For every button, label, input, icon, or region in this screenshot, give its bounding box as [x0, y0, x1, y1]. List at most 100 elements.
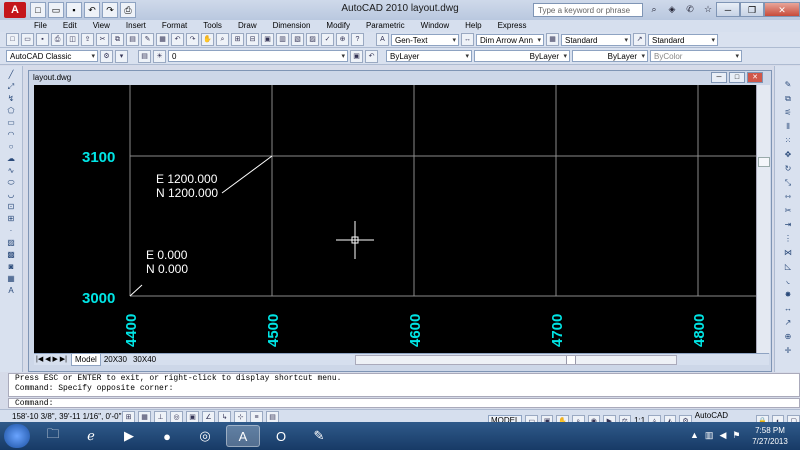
line-icon[interactable]: ╱ [5, 70, 17, 80]
ellipse-arc-icon[interactable]: ◡ [5, 190, 17, 200]
dimension-icon[interactable]: ↔ [782, 304, 794, 314]
help-search-input[interactable]: Type a keyword or phrase [533, 3, 643, 17]
mleader-style-dropdown[interactable]: Standard [648, 33, 718, 46]
array-icon[interactable]: ⁙ [782, 136, 794, 146]
command-line-input[interactable]: Command: [8, 398, 800, 408]
menu-edit[interactable]: Edit [63, 20, 77, 32]
save-icon[interactable]: ▪ [36, 33, 49, 46]
paint-taskbar-icon[interactable]: ✎ [302, 425, 336, 447]
scale-icon[interactable]: ⤡ [782, 178, 794, 188]
erase-icon[interactable]: ✎ [782, 80, 794, 90]
restore-button[interactable]: ❐ [740, 2, 764, 17]
polygon-icon[interactable]: ⬠ [5, 106, 17, 116]
center-mark-icon[interactable]: ✛ [782, 346, 794, 356]
preview-icon[interactable]: ◫ [66, 33, 79, 46]
menu-dimension[interactable]: Dimension [273, 20, 311, 32]
mirror-icon[interactable]: ⚟ [782, 108, 794, 118]
communication-icon[interactable]: ✆ [684, 3, 696, 15]
ie-taskbar-icon[interactable]: ℯ [74, 425, 108, 447]
menu-express[interactable]: Express [498, 20, 527, 32]
menu-view[interactable]: View [93, 20, 110, 32]
lineweight-dropdown[interactable]: ByLayer [572, 50, 648, 62]
stretch-icon[interactable]: ⇿ [782, 192, 794, 202]
menu-file[interactable]: File [34, 20, 47, 32]
make-current-icon[interactable]: ▣ [350, 49, 363, 63]
minimize-button[interactable]: ─ [716, 2, 740, 17]
doc-minimize-button[interactable]: ─ [711, 72, 727, 83]
rotate-icon[interactable]: ↻ [782, 164, 794, 174]
layer-properties-icon[interactable]: ▤ [138, 49, 151, 63]
qnew-icon[interactable]: □ [6, 33, 19, 46]
arc-icon[interactable]: ◠ [5, 130, 17, 140]
text-style-dropdown[interactable]: Gen-Text [391, 33, 459, 46]
close-button[interactable]: ✕ [764, 2, 800, 17]
favorites-icon[interactable]: ☆ [702, 3, 714, 15]
properties-icon[interactable]: ▣ [261, 33, 274, 46]
ellipse-icon[interactable]: ⬭ [5, 178, 17, 188]
join-icon[interactable]: ⋈ [782, 248, 794, 258]
rectangle-icon[interactable]: ▭ [5, 118, 17, 128]
polyline-icon[interactable]: ↯ [5, 94, 17, 104]
undo-icon[interactable]: ↶ [171, 33, 184, 46]
plotstyle-dropdown[interactable]: ByColor [650, 50, 742, 62]
zoom-realtime-icon[interactable]: ⌕ [216, 33, 229, 46]
opera-taskbar-icon[interactable]: O [264, 425, 298, 447]
quickcalc-icon[interactable]: ⊕ [336, 33, 349, 46]
subscription-icon[interactable]: ◈ [666, 3, 678, 15]
dim-style-dropdown[interactable]: Dim Arrow Ann [476, 33, 544, 46]
region-icon[interactable]: ◙ [5, 262, 17, 272]
start-button[interactable] [4, 424, 30, 448]
chrome-taskbar-icon[interactable]: ◎ [188, 425, 222, 447]
media-player-taskbar-icon[interactable]: ▶ [112, 425, 146, 447]
menu-modify[interactable]: Modify [326, 20, 350, 32]
doc-close-button[interactable]: ✕ [747, 72, 763, 83]
model-space-canvas[interactable]: 3100 3000 4400 4500 4600 4700 4800 E 120… [34, 85, 756, 353]
horizontal-scroll-thumb[interactable] [566, 355, 577, 364]
hatch-icon[interactable]: ▨ [5, 238, 17, 248]
gradient-icon[interactable]: ▩ [5, 250, 17, 260]
tool-palettes-icon[interactable]: ▧ [291, 33, 304, 46]
design-center-icon[interactable]: ▥ [276, 33, 289, 46]
menu-format[interactable]: Format [162, 20, 187, 32]
make-block-icon[interactable]: ⊞ [5, 214, 17, 224]
copy-object-icon[interactable]: ⧉ [782, 94, 794, 104]
menu-window[interactable]: Window [421, 20, 449, 32]
menu-parametric[interactable]: Parametric [366, 20, 405, 32]
menu-help[interactable]: Help [465, 20, 481, 32]
insert-block-icon[interactable]: ⊡ [5, 202, 17, 212]
network-icon[interactable]: ▥ [705, 430, 714, 441]
extend-icon[interactable]: ⇥ [782, 220, 794, 230]
open-icon[interactable]: ▭ [21, 33, 34, 46]
fillet-icon[interactable]: ◟ [782, 276, 794, 286]
menu-tools[interactable]: Tools [203, 20, 222, 32]
vertical-scroll-thumb[interactable] [758, 157, 770, 167]
search-icon[interactable]: ⌕ [648, 3, 660, 15]
zoom-previous-icon[interactable]: ⊟ [246, 33, 259, 46]
tolerance-icon[interactable]: ⊕ [782, 332, 794, 342]
offset-icon[interactable]: ⫴ [782, 122, 794, 132]
trim-icon[interactable]: ✂ [782, 206, 794, 216]
vertical-scrollbar[interactable] [756, 85, 770, 353]
color-dropdown[interactable]: ByLayer [386, 50, 472, 62]
zoom-window-icon[interactable]: ⊞ [231, 33, 244, 46]
move-icon[interactable]: ✥ [782, 150, 794, 160]
horizontal-scrollbar[interactable] [355, 354, 678, 365]
menu-draw[interactable]: Draw [238, 20, 257, 32]
plot-icon[interactable]: ⎙ [51, 33, 64, 46]
messenger-taskbar-icon[interactable]: ● [150, 425, 184, 447]
chamfer-icon[interactable]: ◺ [782, 262, 794, 272]
customize-icon[interactable]: ▾ [115, 49, 128, 63]
cut-icon[interactable]: ✂ [96, 33, 109, 46]
break-icon[interactable]: ⋮ [782, 234, 794, 244]
help-icon[interactable]: ? [351, 33, 364, 46]
paste-icon[interactable]: ▤ [126, 33, 139, 46]
explode-icon[interactable]: ✸ [782, 290, 794, 300]
circle-icon[interactable]: ○ [5, 142, 17, 152]
menu-insert[interactable]: Insert [126, 20, 146, 32]
explorer-taskbar-icon[interactable]: 🗀 [36, 425, 70, 447]
spline-icon[interactable]: ∿ [5, 166, 17, 176]
flag-icon[interactable]: ⚑ [732, 430, 740, 441]
tab-30x40[interactable]: 30X40 [130, 354, 159, 365]
leader-icon[interactable]: ↗ [782, 318, 794, 328]
workspace-dropdown[interactable]: AutoCAD Classic [6, 50, 98, 62]
